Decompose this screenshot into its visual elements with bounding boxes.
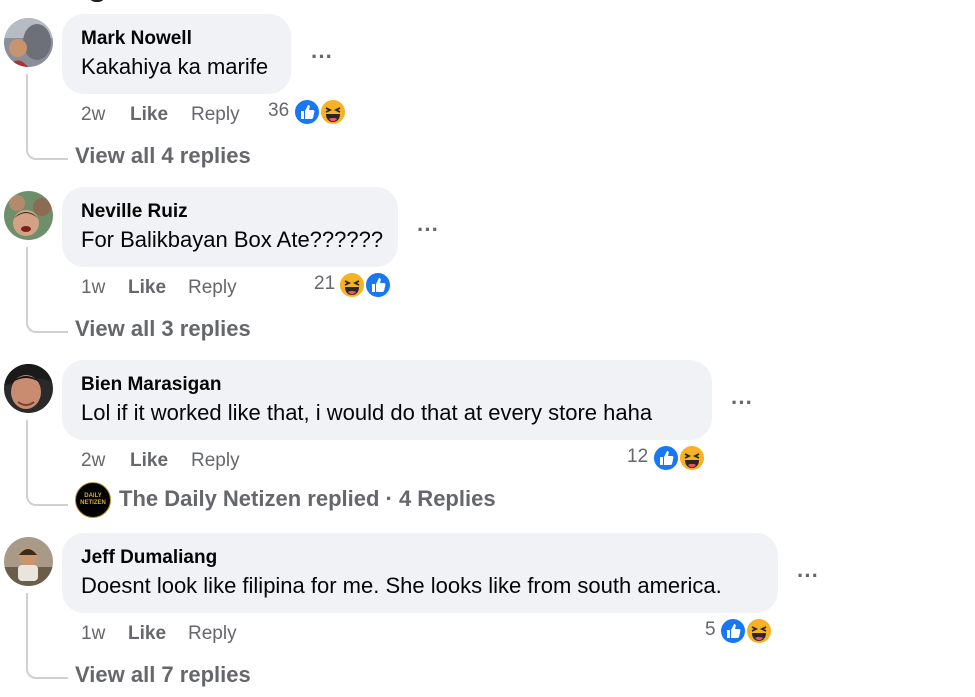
comment-timestamp[interactable]: 1w (81, 623, 105, 645)
comment-text: For Balikbayan Box Ate?????? (81, 227, 384, 252)
like-button[interactable]: Like (128, 623, 166, 645)
reaction-summary[interactable]: 5 (705, 617, 775, 647)
reaction-summary[interactable]: 36 (268, 98, 352, 128)
like-button[interactable]: Like (130, 450, 168, 472)
reply-button[interactable]: Reply (191, 104, 240, 126)
comment-timestamp[interactable]: 2w (81, 450, 105, 472)
comment-author[interactable]: Neville Ruiz (81, 201, 379, 223)
comment-bubble: Neville Ruiz For Balikbayan Box Ate?????… (62, 187, 398, 267)
previous-element-edge (88, 0, 106, 2)
comment-author[interactable]: Jeff Dumaliang (81, 547, 759, 569)
reaction-count: 36 (268, 100, 290, 121)
like-icon (364, 271, 392, 299)
page-logo-line-2: NETIZEN (80, 500, 106, 506)
comment-timestamp[interactable]: 2w (81, 104, 105, 126)
haha-icon (745, 617, 773, 645)
avatar[interactable] (4, 364, 53, 413)
comment-bubble: Jeff Dumaliang Doesnt look like filipina… (62, 533, 778, 613)
haha-icon (678, 444, 706, 472)
view-replies-link[interactable]: View all 3 replies (75, 316, 251, 342)
comment-author[interactable]: Mark Nowell (81, 28, 272, 50)
thread-connector (26, 420, 68, 506)
like-icon (719, 617, 747, 645)
like-button[interactable]: Like (130, 104, 168, 126)
thread-connector (26, 74, 68, 160)
reaction-count: 5 (705, 619, 716, 640)
avatar[interactable] (4, 191, 53, 240)
more-options-button[interactable]: ··· (731, 392, 753, 414)
reaction-summary[interactable]: 12 (627, 444, 711, 474)
comment-text: Lol if it worked like that, i would do t… (81, 400, 653, 425)
page-logo: DAILY NETIZEN (75, 482, 111, 518)
reply-button[interactable]: Reply (191, 450, 240, 472)
comment-text: Kakahiya ka marife (81, 54, 269, 79)
page-reply-text[interactable]: The Daily Netizen replied · 4 Replies (119, 486, 496, 512)
haha-icon (338, 271, 366, 299)
more-options-button[interactable]: ··· (417, 219, 439, 241)
thread-connector (26, 247, 68, 333)
like-icon (293, 98, 321, 126)
reaction-count: 21 (314, 273, 336, 294)
page-reply-link[interactable]: DAILY NETIZEN The Daily Netizen replied … (75, 482, 505, 518)
avatar[interactable] (4, 18, 53, 67)
reaction-count: 12 (627, 446, 649, 467)
reaction-summary[interactable]: 21 (314, 271, 398, 301)
reply-button[interactable]: Reply (188, 623, 237, 645)
view-replies-link[interactable]: View all 7 replies (75, 662, 251, 688)
like-icon (652, 444, 680, 472)
avatar[interactable] (4, 537, 53, 586)
view-replies-link[interactable]: View all 4 replies (75, 143, 251, 169)
comment-author[interactable]: Bien Marasigan (81, 374, 693, 396)
haha-icon (319, 98, 347, 126)
reply-button[interactable]: Reply (188, 277, 237, 299)
page-logo-line-1: DAILY (84, 493, 102, 499)
comment-text: Doesnt look like filipina for me. She lo… (81, 573, 722, 598)
comment-timestamp[interactable]: 1w (81, 277, 105, 299)
comment-bubble: Bien Marasigan Lol if it worked like tha… (62, 360, 712, 440)
like-button[interactable]: Like (128, 277, 166, 299)
more-options-button[interactable]: ··· (797, 565, 819, 587)
more-options-button[interactable]: ··· (311, 46, 333, 68)
thread-connector (26, 593, 68, 679)
comment-bubble: Mark Nowell Kakahiya ka marife (62, 14, 291, 94)
